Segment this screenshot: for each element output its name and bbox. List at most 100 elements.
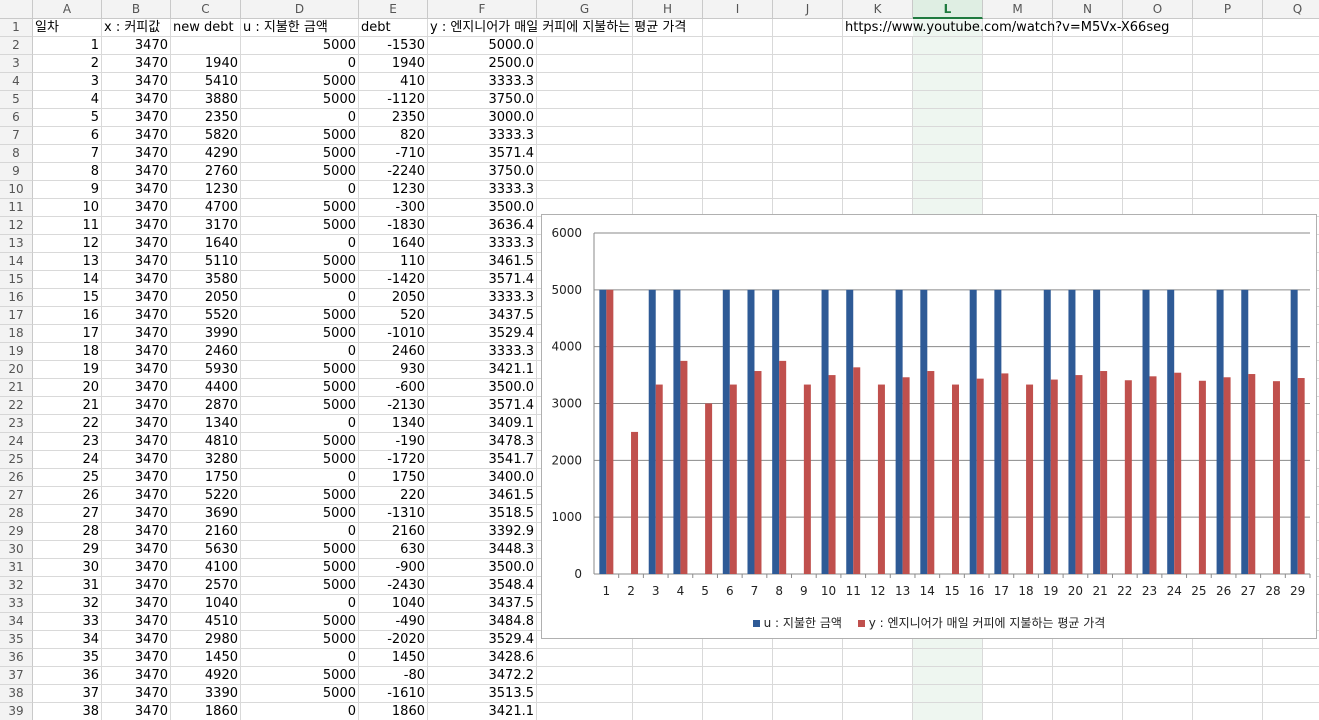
cell-A20[interactable]: 19 <box>33 361 102 379</box>
cell-C34[interactable]: 4510 <box>171 613 241 631</box>
cell-I2[interactable] <box>703 37 773 55</box>
cell-D21[interactable]: 5000 <box>241 379 359 397</box>
cell-A5[interactable]: 4 <box>33 91 102 109</box>
cell-B2[interactable]: 3470 <box>102 37 171 55</box>
cell-B35[interactable]: 3470 <box>102 631 171 649</box>
cell-C39[interactable]: 1860 <box>171 703 241 720</box>
cell-B26[interactable]: 3470 <box>102 469 171 487</box>
cell-H37[interactable] <box>633 667 703 685</box>
cell-D29[interactable]: 0 <box>241 523 359 541</box>
cell-Q6[interactable] <box>1263 109 1319 127</box>
cell-D36[interactable]: 0 <box>241 649 359 667</box>
cell-J39[interactable] <box>773 703 843 720</box>
cell-A16[interactable]: 15 <box>33 289 102 307</box>
column-header-H[interactable]: H <box>633 0 703 19</box>
cell-D5[interactable]: 5000 <box>241 91 359 109</box>
cell-L6[interactable] <box>913 109 983 127</box>
cell-C28[interactable]: 3690 <box>171 505 241 523</box>
cell-N3[interactable] <box>1053 55 1123 73</box>
cell-B37[interactable]: 3470 <box>102 667 171 685</box>
cell-F34[interactable]: 3484.8 <box>428 613 537 631</box>
cell-C8[interactable]: 4290 <box>171 145 241 163</box>
cell-D12[interactable]: 5000 <box>241 217 359 235</box>
column-header-J[interactable]: J <box>773 0 843 19</box>
cell-E15[interactable]: -1420 <box>359 271 428 289</box>
cell-Q10[interactable] <box>1263 181 1319 199</box>
cell-L2[interactable] <box>913 37 983 55</box>
cell-K5[interactable] <box>843 91 913 109</box>
cell-C21[interactable]: 4400 <box>171 379 241 397</box>
cell-D30[interactable]: 5000 <box>241 541 359 559</box>
cell-O8[interactable] <box>1123 145 1193 163</box>
cell-K36[interactable] <box>843 649 913 667</box>
cell-I7[interactable] <box>703 127 773 145</box>
cell-N2[interactable] <box>1053 37 1123 55</box>
cell-A10[interactable]: 9 <box>33 181 102 199</box>
cell-B18[interactable]: 3470 <box>102 325 171 343</box>
cell-I3[interactable] <box>703 55 773 73</box>
row-header-17[interactable]: 17 <box>0 307 33 325</box>
cell-E35[interactable]: -2020 <box>359 631 428 649</box>
cell-A21[interactable]: 20 <box>33 379 102 397</box>
cell-H4[interactable] <box>633 73 703 91</box>
cell-B17[interactable]: 3470 <box>102 307 171 325</box>
cell-F37[interactable]: 3472.2 <box>428 667 537 685</box>
cell-Q8[interactable] <box>1263 145 1319 163</box>
cell-A23[interactable]: 22 <box>33 415 102 433</box>
cell-C26[interactable]: 1750 <box>171 469 241 487</box>
cell-D15[interactable]: 5000 <box>241 271 359 289</box>
cell-D20[interactable]: 5000 <box>241 361 359 379</box>
cell-E9[interactable]: -2240 <box>359 163 428 181</box>
cell-B7[interactable]: 3470 <box>102 127 171 145</box>
column-header-C[interactable]: C <box>171 0 241 19</box>
cell-E32[interactable]: -2430 <box>359 577 428 595</box>
cell-C4[interactable]: 5410 <box>171 73 241 91</box>
cell-B8[interactable]: 3470 <box>102 145 171 163</box>
cell-C20[interactable]: 5930 <box>171 361 241 379</box>
cell-J9[interactable] <box>773 163 843 181</box>
cell-A37[interactable]: 36 <box>33 667 102 685</box>
cell-D37[interactable]: 5000 <box>241 667 359 685</box>
cell-C10[interactable]: 1230 <box>171 181 241 199</box>
cell-H8[interactable] <box>633 145 703 163</box>
cell-D32[interactable]: 5000 <box>241 577 359 595</box>
cell-L4[interactable] <box>913 73 983 91</box>
cell-E5[interactable]: -1120 <box>359 91 428 109</box>
cell-M37[interactable] <box>983 667 1053 685</box>
cell-E37[interactable]: -80 <box>359 667 428 685</box>
cell-B13[interactable]: 3470 <box>102 235 171 253</box>
cell-P6[interactable] <box>1193 109 1263 127</box>
cell-C1[interactable]: new debt <box>171 19 241 37</box>
cell-N6[interactable] <box>1053 109 1123 127</box>
cell-N36[interactable] <box>1053 649 1123 667</box>
cell-Q39[interactable] <box>1263 703 1319 720</box>
cell-J10[interactable] <box>773 181 843 199</box>
cell-Q38[interactable] <box>1263 685 1319 703</box>
column-header-E[interactable]: E <box>359 0 428 19</box>
cell-O10[interactable] <box>1123 181 1193 199</box>
cell-A14[interactable]: 13 <box>33 253 102 271</box>
cell-F29[interactable]: 3392.9 <box>428 523 537 541</box>
cell-P7[interactable] <box>1193 127 1263 145</box>
row-header-31[interactable]: 31 <box>0 559 33 577</box>
cell-H9[interactable] <box>633 163 703 181</box>
row-header-33[interactable]: 33 <box>0 595 33 613</box>
cell-C14[interactable]: 5110 <box>171 253 241 271</box>
cell-F8[interactable]: 3571.4 <box>428 145 537 163</box>
cell-A22[interactable]: 21 <box>33 397 102 415</box>
cell-F16[interactable]: 3333.3 <box>428 289 537 307</box>
cell-E19[interactable]: 2460 <box>359 343 428 361</box>
cell-E39[interactable]: 1860 <box>359 703 428 720</box>
cell-I1[interactable] <box>703 19 773 37</box>
cell-B12[interactable]: 3470 <box>102 217 171 235</box>
cell-D11[interactable]: 5000 <box>241 199 359 217</box>
row-header-4[interactable]: 4 <box>0 73 33 91</box>
cell-E11[interactable]: -300 <box>359 199 428 217</box>
cell-C31[interactable]: 4100 <box>171 559 241 577</box>
cell-N10[interactable] <box>1053 181 1123 199</box>
cell-A33[interactable]: 32 <box>33 595 102 613</box>
cell-F32[interactable]: 3548.4 <box>428 577 537 595</box>
cell-E27[interactable]: 220 <box>359 487 428 505</box>
cell-D14[interactable]: 5000 <box>241 253 359 271</box>
row-header-35[interactable]: 35 <box>0 631 33 649</box>
